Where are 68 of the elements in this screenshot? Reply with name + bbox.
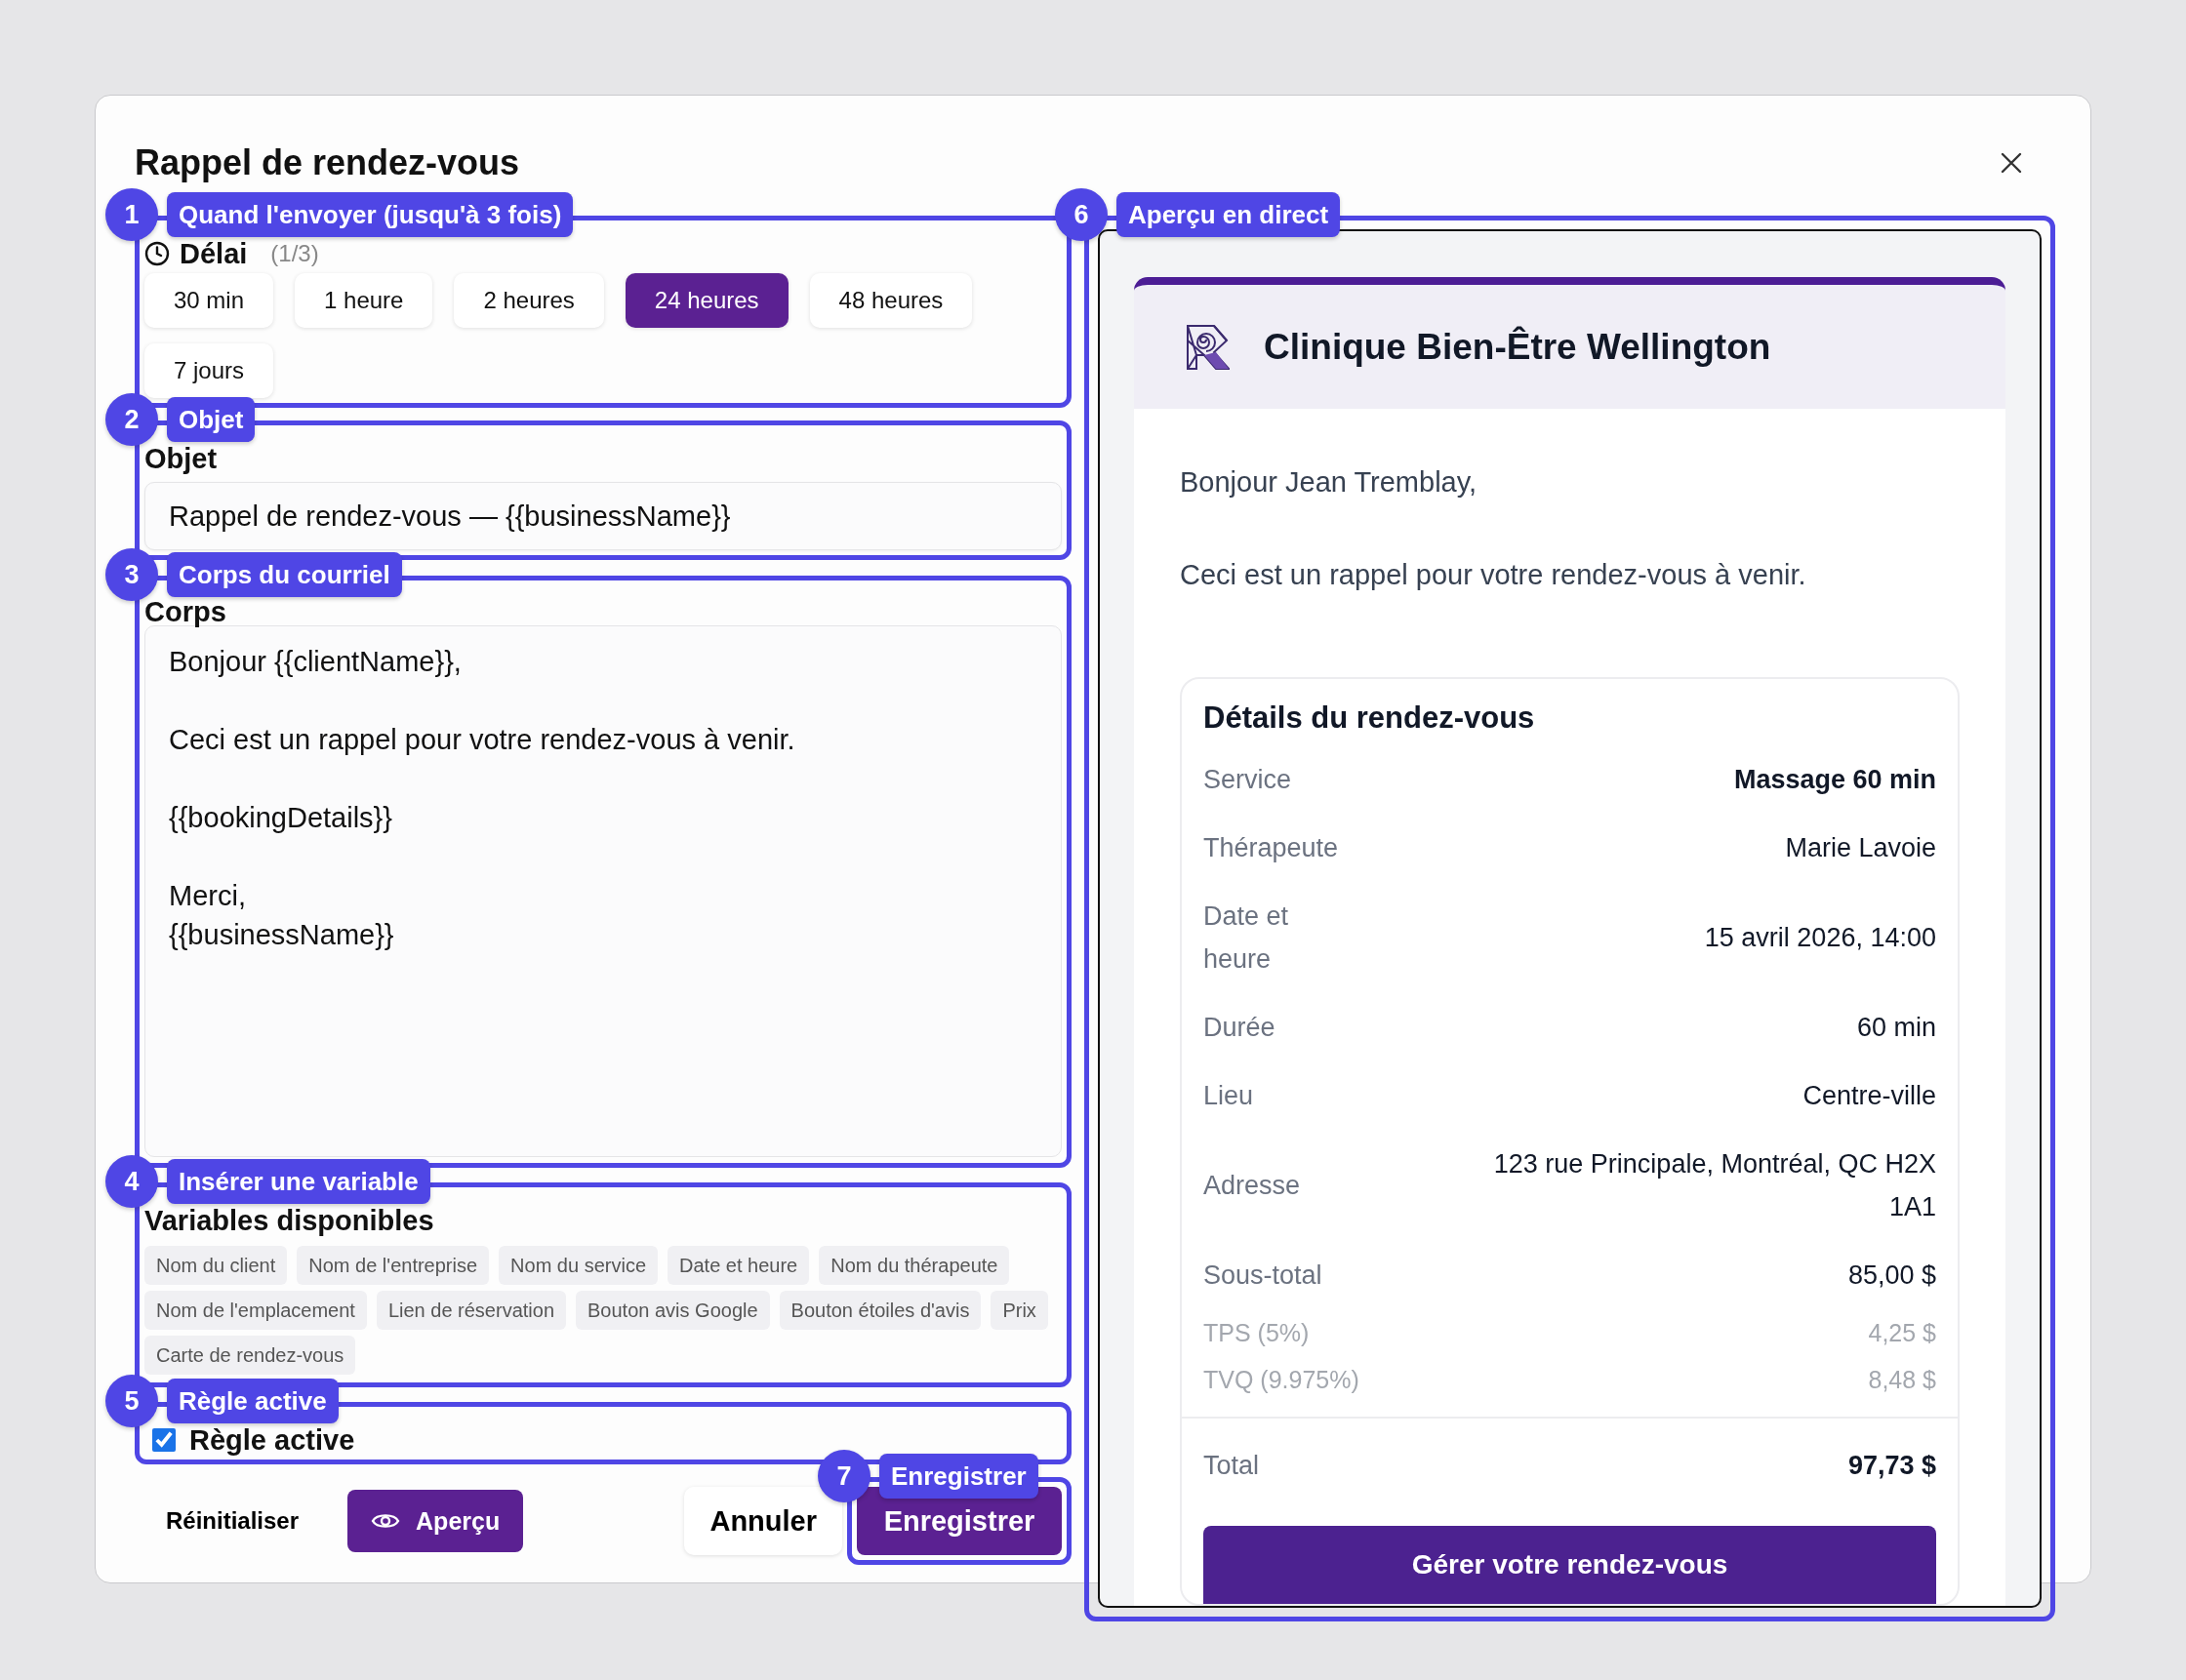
callout-number: 1	[105, 188, 158, 241]
detail-label: Adresse	[1203, 1170, 1302, 1202]
detail-value: 97,73 $	[1847, 1450, 1936, 1482]
variable-chip[interactable]: Date et heure	[668, 1246, 810, 1285]
detail-label: Total	[1203, 1450, 1261, 1482]
variable-chip[interactable]: Bouton étoiles d'avis	[779, 1291, 982, 1330]
detail-value: 123 rue Principale, Montréal, QC H2X 1A1	[1492, 1148, 1936, 1223]
detail-value: Marie Lavoie	[1785, 832, 1936, 864]
callout-label: Corps du courriel	[167, 552, 402, 597]
detail-label: Lieu	[1203, 1080, 1255, 1112]
delay-option[interactable]: 1 heure	[295, 273, 433, 328]
variable-chip[interactable]: Nom du thérapeute	[819, 1246, 1010, 1285]
detail-label: Service	[1203, 764, 1293, 796]
variable-chip[interactable]: Prix	[991, 1291, 1048, 1330]
business-name: Clinique Bien-Être Wellington	[1264, 326, 1771, 368]
detail-value: 15 avril 2026, 14:00	[1704, 922, 1936, 954]
cancel-button[interactable]: Annuler	[684, 1487, 842, 1555]
variable-chip[interactable]: Carte de rendez-vous	[144, 1336, 356, 1375]
delay-option[interactable]: 48 heures	[809, 273, 973, 328]
variable-chip[interactable]: Nom du client	[144, 1246, 288, 1285]
subject-field[interactable]: Rappel de rendez-vous — {{businessName}}	[144, 482, 1062, 550]
callout-number: 4	[105, 1155, 158, 1208]
checkbox[interactable]	[152, 1428, 176, 1452]
variable-chip[interactable]: Bouton avis Google	[576, 1291, 770, 1330]
detail-label: Thérapeute	[1203, 832, 1340, 864]
variable-chip[interactable]: Nom du service	[499, 1246, 658, 1285]
detail-value: 8,48 $	[1868, 1365, 1936, 1395]
detail-label: TVQ (9.975%)	[1203, 1365, 1359, 1395]
callout-label: Objet	[167, 397, 256, 442]
variable-chip[interactable]: Nom de l'entreprise	[297, 1246, 490, 1285]
checkbox-label: Règle active	[189, 1423, 355, 1457]
detail-value: 85,00 $	[1847, 1260, 1936, 1292]
detail-value: 60 min	[1856, 1012, 1936, 1044]
variable-chip[interactable]: Nom de l'emplacement	[144, 1291, 367, 1330]
callout-label: Quand l'envoyer (jusqu'à 3 fois)	[167, 192, 574, 237]
callout-number: 7	[818, 1450, 870, 1502]
detail-value: Centre-ville	[1802, 1080, 1936, 1112]
callout-label: Insérer une variable	[167, 1159, 430, 1204]
usage-count: (1/3)	[270, 240, 319, 267]
reset-button[interactable]: Réinitialiser	[146, 1498, 319, 1544]
delay-option[interactable]: 7 jours	[144, 343, 274, 398]
delay-option[interactable]: 30 min	[144, 273, 274, 328]
callout-label: Enregistrer	[879, 1454, 1038, 1499]
callout-number: 6	[1055, 188, 1108, 241]
detail-label: Durée	[1203, 1012, 1276, 1044]
detail-value: Massage 60 min	[1733, 764, 1936, 796]
detail-label: TPS (5%)	[1203, 1318, 1311, 1348]
detail-value: 4,25 $	[1868, 1318, 1936, 1348]
spiral-logo-icon	[1185, 322, 1230, 372]
delay-option[interactable]: 24 heures	[625, 273, 789, 328]
callout-number: 3	[105, 548, 158, 601]
callout-label: Aperçu en direct	[1116, 192, 1341, 237]
manage-button[interactable]: Gérer votre rendez-vous	[1203, 1526, 1936, 1604]
delay-option[interactable]: 2 heures	[454, 273, 604, 328]
clock-icon	[144, 241, 170, 266]
callout-label: Règle active	[167, 1379, 339, 1423]
preview-button[interactable]: Aperçu	[347, 1490, 524, 1552]
callout-number: 5	[105, 1375, 158, 1427]
email-message: Ceci est un rappel pour votre rendez-vous à venir.	[1180, 558, 1807, 592]
detail-label: Sous-total	[1203, 1260, 1323, 1292]
field-label: Délai	[180, 237, 248, 270]
detail-label: Date et heure	[1203, 900, 1290, 976]
close-icon	[2001, 152, 2022, 174]
dialog-title: Rappel de rendez-vous	[135, 142, 520, 183]
details-heading: Détails du rendez-vous	[1203, 700, 1536, 736]
email-greeting: Bonjour Jean Tremblay,	[1180, 465, 1478, 500]
variable-chip[interactable]: Lien de réservation	[376, 1291, 566, 1330]
callout-number: 2	[105, 393, 158, 446]
